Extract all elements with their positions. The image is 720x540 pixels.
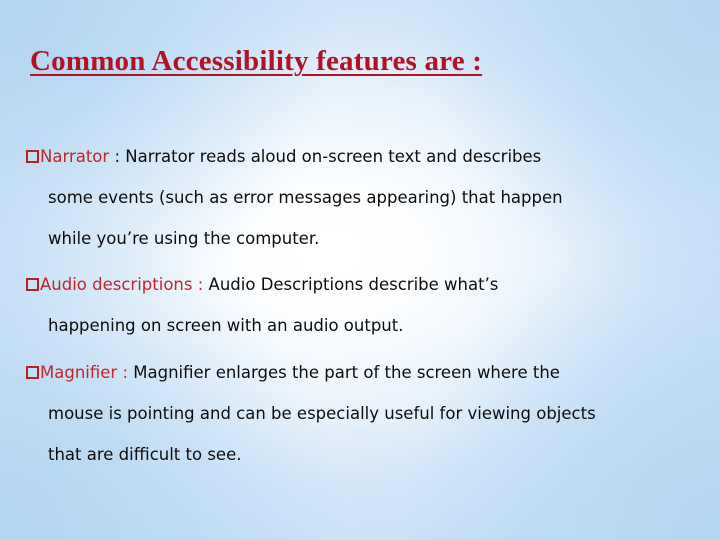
term-label-narrator: Narrator [40,147,110,166]
bullet-item-narrator: Narrator : Narrator reads aloud on-scree… [26,136,698,259]
bullet-second-line-text: happening on screen with an audio output… [48,316,404,335]
bullet-first-line-text: Audio Descriptions describe what’s [208,275,499,294]
term-separator: : [109,147,126,166]
hollow-square-bullet-icon [26,278,39,291]
term-separator: : [192,275,209,294]
page-title: Common Accessibility features are : [30,45,483,77]
term-label-magnifier: Magnifier [40,363,118,382]
slide-canvas: Common Accessibility features are : Narr… [0,0,720,540]
term-label-audio-descriptions: Audio descriptions [40,275,193,294]
bullet-first-line-text: Narrator reads aloud on-screen text and … [125,147,542,166]
hollow-square-bullet-icon [26,366,39,379]
bullet-paragraph: Narrator : Narrator reads aloud on-scree… [26,136,698,177]
term-separator: : [117,363,134,382]
bullet-paragraph: Audio descriptions : Audio Descriptions … [26,264,698,305]
hollow-square-bullet-icon [26,150,39,163]
bullet-second-line-text: some events (such as error messages appe… [48,188,563,207]
bullet-first-line-text: Magnifier enlarges the part of the scree… [133,363,560,382]
bullet-item-magnifier: Magnifier : Magnifier enlarges the part … [26,352,698,475]
bullet-third-line-text: while you’re using the computer. [48,229,320,248]
bullet-third-line-text: that are difficult to see. [48,445,242,464]
bullet-item-audio-descriptions: Audio descriptions : Audio Descriptions … [26,264,698,346]
bullet-paragraph: Magnifier : Magnifier enlarges the part … [26,352,698,393]
bullet-second-line-text: mouse is pointing and can be especially … [48,404,596,423]
